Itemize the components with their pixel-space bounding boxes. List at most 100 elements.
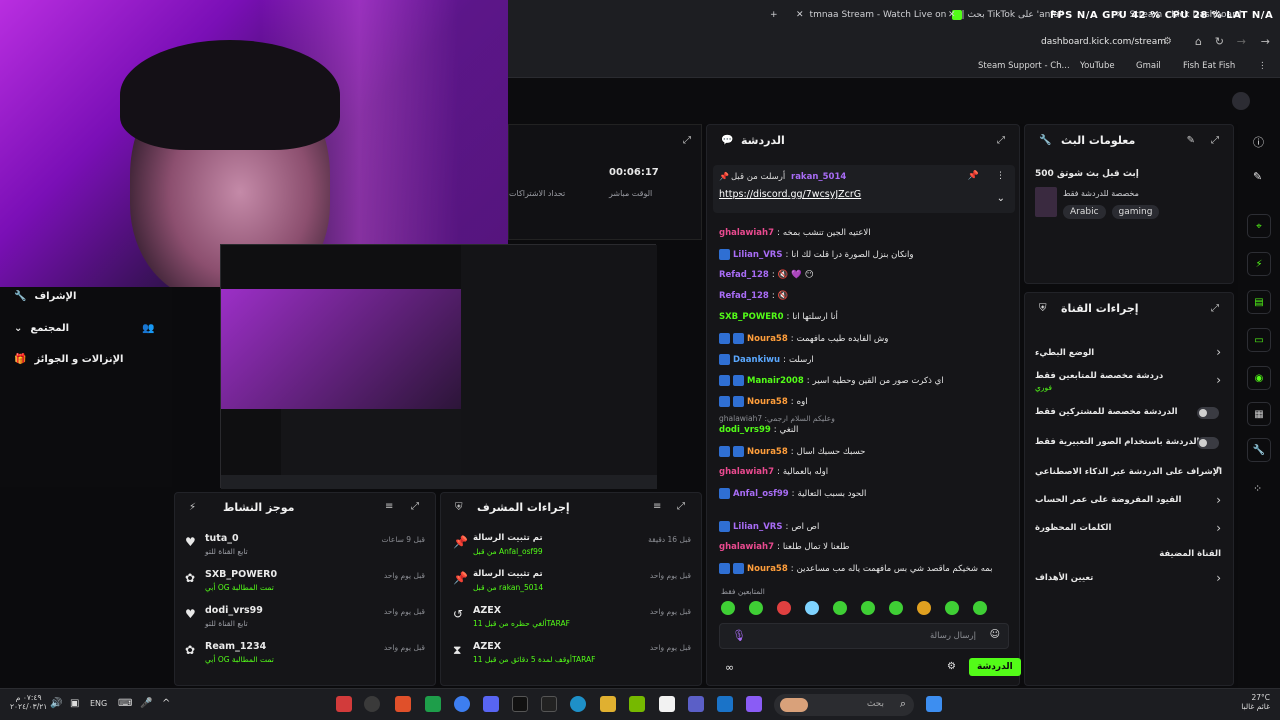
unpin-icon[interactable]: 📌 — [968, 171, 979, 181]
emote-icon[interactable] — [945, 601, 959, 615]
discord-icon[interactable] — [483, 696, 499, 712]
menu-item-moderation[interactable]: 🔧 الإشراف — [14, 291, 76, 302]
emote-icon[interactable] — [721, 601, 735, 615]
emote-icon[interactable] — [889, 601, 903, 615]
home-icon[interactable]: ⌂ — [1195, 35, 1202, 48]
bookmarks-menu-icon[interactable]: ⋮ — [1258, 61, 1267, 71]
slow-mode-row[interactable]: الوضع البطيء › — [1025, 345, 1233, 367]
acrobat-icon[interactable] — [336, 696, 352, 712]
ai-moderation-row[interactable]: الإشراف على الدردشة عبر الذكاء الاصطناعي… — [1025, 465, 1233, 487]
edit-icon[interactable]: ✎ — [1187, 135, 1195, 146]
site-settings-icon[interactable]: ⚙ — [1163, 36, 1172, 47]
document-icon[interactable]: ▤ — [1247, 290, 1271, 314]
send-button[interactable]: الدردشة — [969, 658, 1021, 676]
broadcast-icon[interactable]: ◉ — [1247, 366, 1271, 390]
emoji-icon[interactable]: ☺ — [990, 629, 1000, 640]
banned-words-row[interactable]: الكلمات المحظورة › — [1025, 521, 1233, 543]
expand-icon[interactable]: ⤢ — [997, 135, 1005, 146]
expand-icon[interactable]: ⤢ — [411, 501, 419, 512]
more-icon[interactable]: ⁘ — [1253, 482, 1262, 495]
infinity-icon[interactable]: ∞ — [725, 661, 734, 674]
more-icon[interactable]: ⋮ — [996, 171, 1005, 181]
scan-icon[interactable]: ⌖ — [1247, 214, 1271, 238]
live-time-value: 00:06:17 — [609, 167, 659, 178]
account-age-row[interactable]: القيود المفروضة على عمر الحساب › — [1025, 493, 1233, 515]
filter-icon[interactable]: ≡ — [653, 501, 661, 512]
tiktok-icon[interactable] — [512, 696, 528, 712]
keyboard-icon[interactable]: ⌨ — [118, 698, 132, 709]
mic-icon[interactable]: 🎙 — [732, 629, 746, 642]
xbox-icon[interactable] — [425, 696, 441, 712]
tag[interactable]: Arabic — [1063, 205, 1106, 219]
language-indicator[interactable]: ENG — [90, 699, 107, 708]
emote-icon[interactable] — [861, 601, 875, 615]
expand-icon[interactable]: ⤢ — [1211, 135, 1219, 146]
tag[interactable]: gaming — [1111, 205, 1160, 219]
clock[interactable]: ٠٧:٤٩ م ٢٠٢٤/٠٣/٢١ — [10, 693, 47, 711]
chat-input[interactable]: 🎙 إرسال رسالة ☺ — [719, 623, 1009, 649]
avatar[interactable] — [1232, 92, 1250, 110]
chat-bubble-icon[interactable]: ▭ — [1247, 328, 1271, 352]
emote-icon[interactable] — [917, 601, 931, 615]
close-icon[interactable]: ✕ — [796, 10, 804, 20]
expand-icon[interactable]: ⤢ — [677, 501, 685, 512]
volume-icon[interactable]: 🔊 — [50, 698, 62, 709]
obs-icon[interactable] — [364, 696, 380, 712]
emote-icon[interactable] — [833, 601, 847, 615]
url-field[interactable]: dashboard.kick.com/stream — [1041, 37, 1166, 47]
brave-icon[interactable] — [395, 696, 411, 712]
mic-icon[interactable]: 🎤 — [140, 698, 152, 709]
wrench-icon[interactable]: 🔧 — [1247, 438, 1271, 462]
windows-start-icon[interactable] — [926, 696, 942, 712]
pinned-link[interactable]: https://discord.gg/7wcsyJZcrG — [719, 189, 861, 200]
activity-feed-panel: ⚡ موجز النشاط ≡ ⤢ ♥ tuta_0 تابع القناة ل… — [174, 492, 436, 686]
folder-icon[interactable] — [600, 696, 616, 712]
live-time-label: الوقت مباشر — [609, 189, 653, 198]
chrome-icon[interactable] — [454, 696, 470, 712]
teams-icon[interactable] — [688, 696, 704, 712]
forward-icon[interactable]: → — [1237, 35, 1246, 48]
edge-icon[interactable] — [570, 696, 586, 712]
weather-widget[interactable]: 27°C غائم غالبا — [1230, 693, 1270, 711]
emote-icon[interactable] — [777, 601, 791, 615]
mod-actions-title: إجراءات المشرف — [477, 501, 570, 514]
bookmark-fish-eat-fish[interactable]: Fish Eat Fish — [1183, 61, 1235, 71]
store-icon[interactable] — [659, 696, 675, 712]
expand-icon[interactable]: ⤢ — [683, 135, 691, 146]
lightning-icon[interactable]: ⚡ — [1247, 252, 1271, 276]
emote-only-toggle[interactable] — [1197, 437, 1219, 449]
subscribers-only-toggle[interactable] — [1197, 407, 1219, 419]
layout-icon[interactable]: ▦ — [1247, 402, 1271, 426]
reload-icon[interactable]: ↻ — [1215, 35, 1224, 48]
bookmark-gmail[interactable]: Gmail — [1136, 61, 1161, 71]
bookmark-steam[interactable]: Steam Support - Ch... — [978, 61, 1070, 71]
menu-item-community[interactable]: ⌄ المجتمع 👥 — [14, 323, 154, 334]
badge-icon — [719, 446, 730, 457]
display-icon[interactable]: ▣ — [70, 698, 79, 709]
capcut-icon[interactable] — [541, 696, 557, 712]
emote-icon[interactable] — [749, 601, 763, 615]
edit-icon[interactable]: ✎ — [1253, 170, 1262, 183]
shield-icon: ⛨ — [1039, 303, 1047, 314]
emote-icon[interactable] — [805, 601, 819, 615]
menu-item-drops[interactable]: 🎁 الإنزالات و الجوائز — [14, 354, 123, 365]
outlook-icon[interactable] — [717, 696, 733, 712]
wrench-icon: 🔧 — [1039, 135, 1052, 146]
expand-icon[interactable]: ⤢ — [1211, 303, 1219, 314]
mute-emote-icon: 🔇 — [777, 291, 789, 301]
back-icon[interactable]: → — [1261, 35, 1270, 48]
gear-icon[interactable]: ⚙ — [947, 661, 956, 672]
nvidia-icon[interactable] — [629, 696, 645, 712]
chevron-down-icon[interactable]: ⌄ — [997, 193, 1005, 204]
set-goals-row[interactable]: تعيين الأهداف › — [1025, 571, 1233, 593]
close-icon[interactable]: ✕ — [948, 10, 956, 20]
filter-icon[interactable]: ≡ — [385, 501, 393, 512]
copilot-icon[interactable] — [746, 696, 762, 712]
bookmark-youtube[interactable]: YouTube — [1080, 61, 1115, 71]
followers-only-row[interactable]: دردشة مخصصة للمتابعين فقط فوري › — [1025, 371, 1233, 397]
chevron-up-icon[interactable]: ^ — [162, 698, 170, 709]
info-icon[interactable]: ⓘ — [1253, 134, 1264, 150]
search-input[interactable]: بحث ⌕ — [774, 694, 914, 716]
new-tab-button[interactable]: + — [762, 4, 786, 26]
emote-icon[interactable] — [973, 601, 987, 615]
